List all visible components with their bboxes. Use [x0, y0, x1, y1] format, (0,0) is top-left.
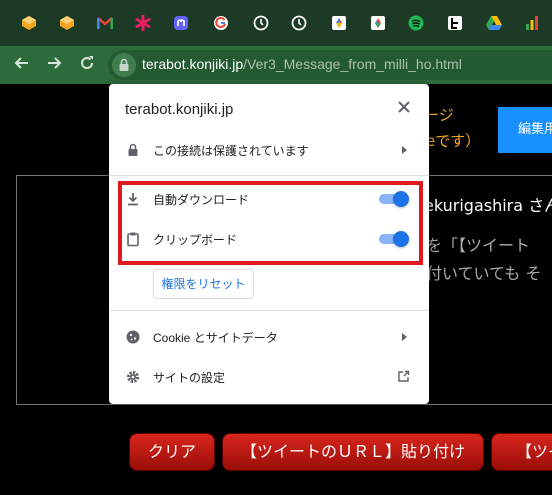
cookies-row[interactable]: Cookie とサイトデータ	[109, 319, 429, 355]
close-icon[interactable]	[394, 97, 414, 117]
url-text[interactable]: terabot.konjiki.jp/Ver3_Message_from_mil…	[142, 56, 462, 72]
forward-icon[interactable]	[43, 54, 65, 76]
chevron-right-icon	[400, 330, 410, 344]
divider	[109, 175, 429, 176]
url-path: /Ver3_Message_from_milli_ho.html	[243, 56, 462, 72]
external-link-icon	[397, 370, 411, 384]
spotify-icon[interactable]	[407, 14, 425, 32]
site-info-button[interactable]	[112, 53, 136, 77]
back-icon[interactable]	[11, 54, 33, 76]
paste-tweet-url-button[interactable]: 【ツイートのＵＲＬ】貼り付け	[222, 433, 484, 471]
connection-secure-row[interactable]: この接続は保護されています	[109, 132, 429, 168]
popup-site-title: terabot.konjiki.jp	[125, 101, 234, 118]
highlight-box	[118, 181, 423, 265]
site-settings-row[interactable]: サイトの設定	[109, 359, 429, 395]
clock-icon[interactable]	[252, 14, 270, 32]
google-icon[interactable]	[212, 14, 230, 32]
connection-secure-label: この接続は保護されています	[153, 144, 309, 158]
user-name-text: ekurigashira さん	[424, 196, 552, 215]
colorful-diamond-icon[interactable]	[369, 14, 387, 32]
orange-cube-icon[interactable]	[20, 14, 38, 32]
colorful-diamond-icon[interactable]	[330, 14, 348, 32]
bar-chart-icon[interactable]	[523, 14, 541, 32]
browser-toolbar: terabot.konjiki.jp/Ver3_Message_from_mil…	[0, 46, 552, 84]
cookie-icon	[125, 329, 141, 345]
bookmarks-bar	[0, 0, 552, 46]
chevron-right-icon	[400, 143, 410, 157]
clock-icon[interactable]	[290, 14, 308, 32]
divider	[109, 310, 429, 311]
tweet-button[interactable]: 【ツイ	[491, 433, 552, 471]
lock-icon	[119, 58, 129, 71]
orange-cube-icon[interactable]	[58, 14, 76, 32]
gear-icon	[125, 369, 141, 385]
cookies-label: Cookie とサイトデータ	[153, 331, 278, 345]
instruction-text-2: 付いていても そ	[426, 264, 542, 283]
mastodon-icon[interactable]	[172, 14, 190, 32]
clear-button[interactable]: クリア	[129, 433, 215, 471]
asterisk-icon[interactable]	[134, 14, 152, 32]
reload-icon[interactable]	[76, 54, 98, 76]
edit-button[interactable]: 編集用	[498, 107, 552, 153]
reset-permissions-button[interactable]: 権限をリセット	[153, 269, 254, 299]
address-bar[interactable]: terabot.konjiki.jp/Ver3_Message_from_mil…	[108, 50, 552, 80]
instruction-text-1: を「【ツイート	[426, 236, 531, 255]
google-drive-icon[interactable]	[485, 14, 503, 32]
url-host: terabot.konjiki.jp	[142, 56, 244, 72]
bracket-logo-icon[interactable]	[446, 14, 464, 32]
lock-icon	[125, 142, 141, 158]
site-settings-label: サイトの設定	[153, 371, 226, 385]
gmail-icon[interactable]	[96, 14, 114, 32]
page-subheading-fragment: eです）	[426, 132, 481, 150]
